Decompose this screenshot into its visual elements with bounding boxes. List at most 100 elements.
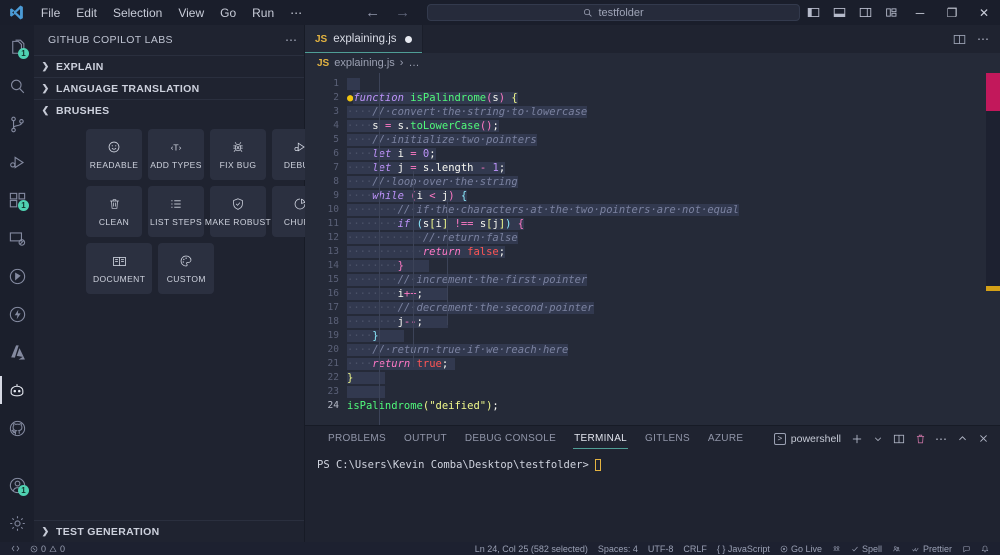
sidebar-section-language-translation[interactable]: ❯ LANGUAGE TRANSLATION bbox=[34, 77, 304, 99]
code-content[interactable]: ●function isPalindrome(s) { ····//·conve… bbox=[347, 73, 1000, 425]
close-panel-icon[interactable] bbox=[974, 429, 992, 449]
menu-more[interactable]: ⋯ bbox=[282, 3, 310, 23]
go-back-icon[interactable]: ← bbox=[365, 5, 379, 20]
menu-file[interactable]: File bbox=[33, 3, 68, 23]
status-live-share[interactable] bbox=[887, 545, 906, 553]
activity-item-github-pull-requests[interactable] bbox=[0, 257, 34, 295]
panel-tab-output[interactable]: OUTPUT bbox=[395, 426, 456, 451]
split-editor-icon[interactable] bbox=[948, 25, 970, 53]
brush-clean[interactable]: CLEAN bbox=[86, 186, 142, 237]
menu-go[interactable]: Go bbox=[212, 3, 244, 23]
toggle-primary-sidebar-icon[interactable] bbox=[800, 0, 826, 25]
panel-tab-terminal[interactable]: TERMINAL bbox=[565, 426, 636, 451]
sidebar-more-actions-icon[interactable]: ⋯ bbox=[285, 33, 298, 47]
panel-tab-azure[interactable]: AZURE bbox=[699, 426, 752, 451]
status-notifications[interactable] bbox=[976, 544, 994, 553]
chevron-right-icon: ❯ bbox=[40, 83, 51, 94]
terminal-body[interactable]: PS C:\Users\Kevin Comba\Desktop\testfold… bbox=[305, 451, 1000, 542]
brush-add-types[interactable]: ‹T› ADD TYPES bbox=[148, 129, 204, 180]
status-prettier[interactable]: Prettier bbox=[906, 544, 957, 554]
status-encoding[interactable]: UTF-8 bbox=[643, 544, 679, 554]
panel-tab-problems[interactable]: PROBLEMS bbox=[319, 426, 395, 451]
panel-tab-gitlens[interactable]: GITLENS bbox=[636, 426, 699, 451]
brush-document[interactable]: DOCUMENT bbox=[86, 243, 152, 294]
quick-search-input[interactable]: testfolder bbox=[427, 4, 800, 21]
line-number: 15 bbox=[305, 273, 347, 287]
activity-item-remote-explorer[interactable] bbox=[0, 219, 34, 257]
js-file-icon: JS bbox=[317, 58, 329, 69]
status-remote-window[interactable] bbox=[6, 544, 25, 553]
kill-terminal-icon[interactable] bbox=[911, 429, 929, 449]
brush-make-robust[interactable]: MAKE ROBUST bbox=[210, 186, 266, 237]
status-gitlens[interactable] bbox=[827, 545, 846, 553]
activity-item-extensions[interactable]: 1 bbox=[0, 181, 34, 219]
title-bar: File Edit Selection View Go Run ⋯ ← → te… bbox=[0, 0, 1000, 25]
maximize-panel-icon[interactable] bbox=[953, 429, 971, 449]
unsaved-indicator-icon[interactable] bbox=[405, 36, 412, 43]
activity-item-source-control[interactable] bbox=[0, 105, 34, 143]
code-line-3: ····//·convert·the·string·to·lowercase bbox=[347, 105, 1000, 119]
menu-selection[interactable]: Selection bbox=[105, 3, 170, 23]
tab-explaining-js[interactable]: JS explaining.js bbox=[305, 25, 423, 53]
window-close-button[interactable]: ✕ bbox=[968, 0, 1000, 25]
activity-item-github-copilot-labs[interactable] bbox=[0, 371, 34, 409]
code-line-15: ········//·increment·the·first·pointer bbox=[347, 273, 1000, 287]
code-line-23 bbox=[347, 385, 1000, 399]
line-number: 7 bbox=[305, 161, 347, 175]
terminal-dropdown-icon[interactable] bbox=[869, 429, 887, 449]
sidebar-section-test-generation[interactable]: ❯ TEST GENERATION bbox=[34, 520, 304, 542]
breadcrumb-separator: › bbox=[400, 57, 404, 69]
status-indentation[interactable]: Spaces: 4 bbox=[593, 544, 643, 554]
panel-more-actions-icon[interactable]: ⋯ bbox=[932, 429, 950, 449]
panel-tab-debug-console[interactable]: DEBUG CONSOLE bbox=[456, 426, 565, 451]
chevron-down-icon: ❮ bbox=[40, 105, 51, 116]
code-editor[interactable]: 1 2 3 4 5 6 7 8 9 10 11 12 13 14 15 16 1 bbox=[305, 73, 1000, 425]
window-minimize-button[interactable]: ─ bbox=[904, 0, 936, 25]
code-line-19: ····} bbox=[347, 329, 1000, 343]
type-icon: ‹T› bbox=[165, 140, 187, 155]
activity-item-thunder-client[interactable] bbox=[0, 295, 34, 333]
status-go-live[interactable]: Go Live bbox=[775, 544, 827, 554]
breadcrumb-file[interactable]: explaining.js bbox=[334, 57, 395, 69]
line-number: 4 bbox=[305, 119, 347, 133]
status-spell-checker[interactable]: Spell bbox=[846, 544, 887, 554]
new-terminal-icon[interactable] bbox=[848, 429, 866, 449]
status-feedback[interactable] bbox=[957, 545, 976, 553]
activity-item-explorer[interactable]: 1 bbox=[0, 29, 34, 67]
activity-item-manage-settings[interactable] bbox=[0, 504, 34, 542]
brush-fix-bug[interactable]: FIX BUG bbox=[210, 129, 266, 180]
split-terminal-icon[interactable] bbox=[890, 429, 908, 449]
sidebar-section-brushes[interactable]: ❮ BRUSHES bbox=[34, 99, 304, 121]
status-eol[interactable]: CRLF bbox=[678, 544, 712, 554]
status-editor-position[interactable]: Ln 24, Col 25 (582 selected) bbox=[470, 544, 593, 554]
line-number: 19 bbox=[305, 329, 347, 343]
activity-item-accounts[interactable]: 1 bbox=[0, 466, 34, 504]
menu-run[interactable]: Run bbox=[244, 3, 282, 23]
sidebar-section-explain[interactable]: ❯ EXPLAIN bbox=[34, 55, 304, 77]
toggle-secondary-sidebar-icon[interactable] bbox=[852, 0, 878, 25]
terminal-selector[interactable]: > powershell bbox=[774, 433, 845, 445]
toggle-panel-icon[interactable] bbox=[826, 0, 852, 25]
status-problems[interactable]: 0 0 bbox=[25, 544, 70, 554]
window-maximize-button[interactable]: ❐ bbox=[936, 0, 968, 25]
go-forward-icon[interactable]: → bbox=[395, 5, 409, 20]
sidebar-section-brushes-label: BRUSHES bbox=[56, 105, 109, 117]
editor-overview-ruler[interactable] bbox=[986, 73, 1000, 425]
brush-custom[interactable]: CUSTOM bbox=[158, 243, 214, 294]
activity-item-search[interactable] bbox=[0, 67, 34, 105]
brush-list-steps[interactable]: LIST STEPS bbox=[148, 186, 204, 237]
activity-item-github[interactable] bbox=[0, 409, 34, 447]
brush-readable[interactable]: READABLE bbox=[86, 129, 142, 180]
customize-layout-icon[interactable] bbox=[878, 0, 904, 25]
activity-item-run-and-debug[interactable] bbox=[0, 143, 34, 181]
search-icon bbox=[583, 8, 593, 18]
menu-view[interactable]: View bbox=[170, 3, 212, 23]
line-number: 21 bbox=[305, 357, 347, 371]
activity-item-azure[interactable] bbox=[0, 333, 34, 371]
status-language-mode[interactable]: { } JavaScript bbox=[712, 544, 775, 554]
menu-edit[interactable]: Edit bbox=[68, 3, 105, 23]
js-file-icon: JS bbox=[315, 34, 327, 45]
editor-more-actions-icon[interactable]: ⋯ bbox=[972, 25, 994, 53]
breadcrumb-rest[interactable]: … bbox=[408, 57, 419, 69]
editor-tab-actions: ⋯ bbox=[948, 25, 1000, 53]
